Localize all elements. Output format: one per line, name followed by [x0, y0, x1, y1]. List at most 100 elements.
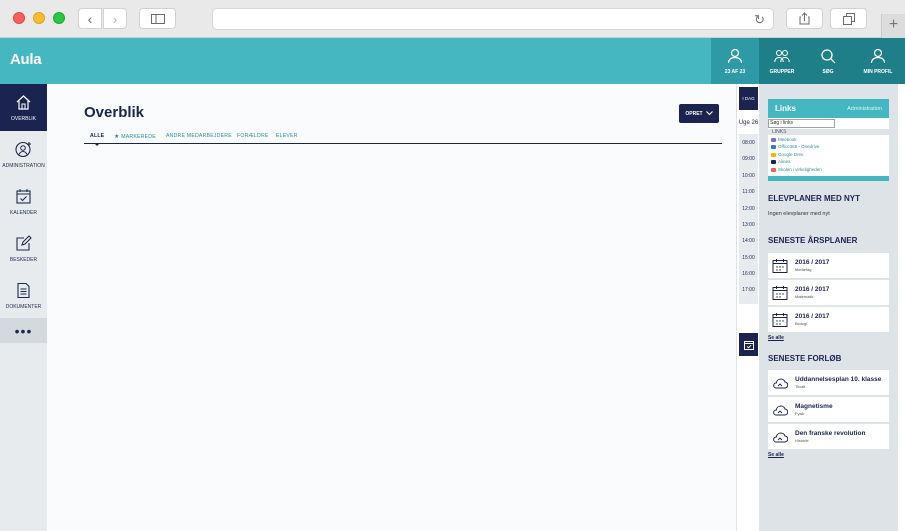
sidebar-item-label: BESKEDER: [9, 256, 38, 263]
link-item[interactable]: Skolen i virkeligheden: [771, 167, 822, 172]
main-content: Overblik OPRET ALLE ★ MARKEREDE ANDRE ME…: [47, 84, 736, 531]
right-panel: Links Administration Søg i links LINKS M…: [759, 84, 898, 531]
tab-label: FORÆLDRE: [237, 133, 269, 139]
aarsplan-card[interactable]: 2016 / 2017 Mediefag: [768, 253, 889, 278]
sidebar-item-messages[interactable]: BESKEDER: [0, 225, 47, 272]
links-section-label: LINKS: [768, 129, 889, 135]
my-profile-label: MIN PROFIL: [863, 68, 893, 75]
tab-students[interactable]: ELEVER: [276, 133, 298, 139]
forward-button[interactable]: ›: [103, 8, 127, 29]
more-button[interactable]: •••: [0, 318, 47, 343]
reload-icon[interactable]: ↻: [754, 12, 765, 28]
link-item[interactable]: Office365 - Onedrive: [771, 144, 819, 149]
new-tab-button[interactable]: +: [881, 14, 905, 38]
forloeb-see-all-link[interactable]: Se alle: [768, 452, 784, 458]
sidebar-toggle-button[interactable]: [139, 8, 176, 29]
sidebar-item-label: OVERBLIK: [10, 115, 36, 122]
aarsplan-card[interactable]: 2016 / 2017 Biologi: [768, 307, 889, 332]
sidebar-item-administration[interactable]: ADMINISTRATION: [0, 131, 47, 178]
user-icon: [870, 48, 886, 63]
groups-button[interactable]: GRUPPER: [759, 38, 805, 84]
sidebar-item-label: KALENDER: [10, 209, 37, 216]
calendar-check-icon: [743, 340, 754, 350]
plan-subject: Matematik: [795, 294, 814, 299]
back-button[interactable]: ‹: [78, 8, 102, 29]
forloeb-card[interactable]: Uddannelsesplan 10. klasse Tilvalt: [768, 370, 889, 395]
forloeb-subject: Tilvalt: [795, 384, 806, 389]
forloeb-card[interactable]: Den franske revolution Historie: [768, 424, 889, 449]
today-button[interactable]: I DAG: [739, 87, 758, 110]
forloeb-subject: Historie: [795, 438, 809, 443]
sidebar-item-documents[interactable]: DOKUMENTER: [0, 272, 47, 319]
share-button[interactable]: [786, 8, 823, 29]
admin-icon: [15, 141, 31, 157]
school-icon: [771, 167, 776, 172]
link-item[interactable]: Google Drev: [771, 152, 803, 157]
calendar-task-button[interactable]: [739, 333, 758, 356]
onedrive-icon: [771, 144, 776, 149]
hour-label: 12:00: [742, 206, 755, 212]
elevplaner-title: ELEVPLANER MED NYT: [768, 194, 861, 203]
links-search-input[interactable]: Søg i links: [768, 119, 835, 128]
create-label: OPRET: [685, 110, 703, 117]
aarsplan-card[interactable]: 2016 / 2017 Matematik: [768, 280, 889, 305]
aula-logo: Aula: [10, 51, 42, 68]
chevron-down-icon: [705, 111, 713, 116]
sidebar-item-overview[interactable]: OVERBLIK: [0, 84, 47, 131]
sidebar-item-calendar[interactable]: KALENDER: [0, 178, 47, 225]
tabs-overview-button[interactable]: [830, 8, 867, 29]
aarsplaner-see-all-link[interactable]: Se alle: [768, 335, 784, 341]
close-window-button[interactable]: [13, 12, 25, 24]
minimize-window-button[interactable]: [33, 12, 45, 24]
link-label: Alinea: [778, 159, 791, 164]
link-label: Google Drev: [778, 152, 804, 157]
hour-label: 14:00: [742, 238, 755, 244]
link-item[interactable]: Meebook: [771, 137, 797, 142]
groups-icon: [774, 49, 790, 62]
search-button[interactable]: SØG: [805, 38, 851, 84]
tab-parents[interactable]: FORÆLDRE: [237, 133, 269, 139]
meebook-icon: [771, 137, 776, 142]
tab-label: ALLE: [90, 133, 105, 139]
hour-label: 11:00: [742, 189, 755, 195]
alinea-icon: [771, 159, 776, 164]
maximize-window-button[interactable]: [53, 12, 65, 24]
cloud-icon: [773, 432, 788, 442]
forloeb-title-text: Den franske revolution: [795, 430, 866, 437]
plan-subject: Mediefag: [795, 267, 812, 272]
calendar-icon: [772, 258, 788, 273]
hour-label: 08:00: [742, 140, 755, 146]
forloeb-card[interactable]: Magnetisme Fysik: [768, 397, 889, 422]
browser-toolbar: ‹ › ↻ +: [0, 0, 905, 38]
hour-label: 13:00: [742, 222, 755, 228]
create-button[interactable]: OPRET: [679, 104, 719, 123]
filter-tabs: ALLE ★ MARKEREDE ANDRE MEDARBEJDERE FORÆ…: [84, 132, 722, 146]
forloeb-title: SENESTE FORLØB: [768, 354, 842, 363]
address-bar[interactable]: ↻: [212, 8, 774, 30]
links-admin-link[interactable]: Administration: [847, 106, 882, 112]
plan-title: 2016 / 2017: [795, 313, 830, 320]
tab-label: ELEVER: [276, 133, 298, 139]
tab-marked[interactable]: ★ MARKEREDE: [114, 133, 156, 140]
my-profile-button[interactable]: MIN PROFIL: [851, 38, 905, 84]
user-icon: [727, 48, 743, 63]
share-icon: [799, 12, 810, 25]
sidebar-icon: [150, 13, 165, 24]
hour-list: 08:00 09:00 10:00 11:00 12:00 13:00 14:0…: [739, 134, 758, 304]
elevplaner-empty: Ingen elevplaner med nyt: [768, 211, 830, 217]
tab-all[interactable]: ALLE: [90, 133, 105, 146]
home-icon: [16, 94, 31, 110]
forloeb-title-text: Magnetisme: [795, 403, 833, 410]
profile-switch-button[interactable]: 23 AF 23: [711, 38, 759, 84]
link-item[interactable]: Alinea: [771, 159, 791, 164]
aarsplaner-title: SENESTE ÅRSPLANER: [768, 236, 858, 245]
scrollbar[interactable]: [898, 84, 905, 531]
sidebar-item-label: ADMINISTRATION: [2, 162, 45, 169]
profile-label: 23 AF 23: [724, 68, 746, 75]
links-header: Links Administration: [768, 99, 889, 118]
page-title: Overblik: [84, 104, 145, 121]
plus-icon: +: [888, 16, 899, 33]
tab-other-staff[interactable]: ANDRE MEDARBEJDERE: [166, 133, 232, 139]
calendar-icon: [16, 188, 31, 204]
link-label: Meebook: [778, 137, 797, 142]
